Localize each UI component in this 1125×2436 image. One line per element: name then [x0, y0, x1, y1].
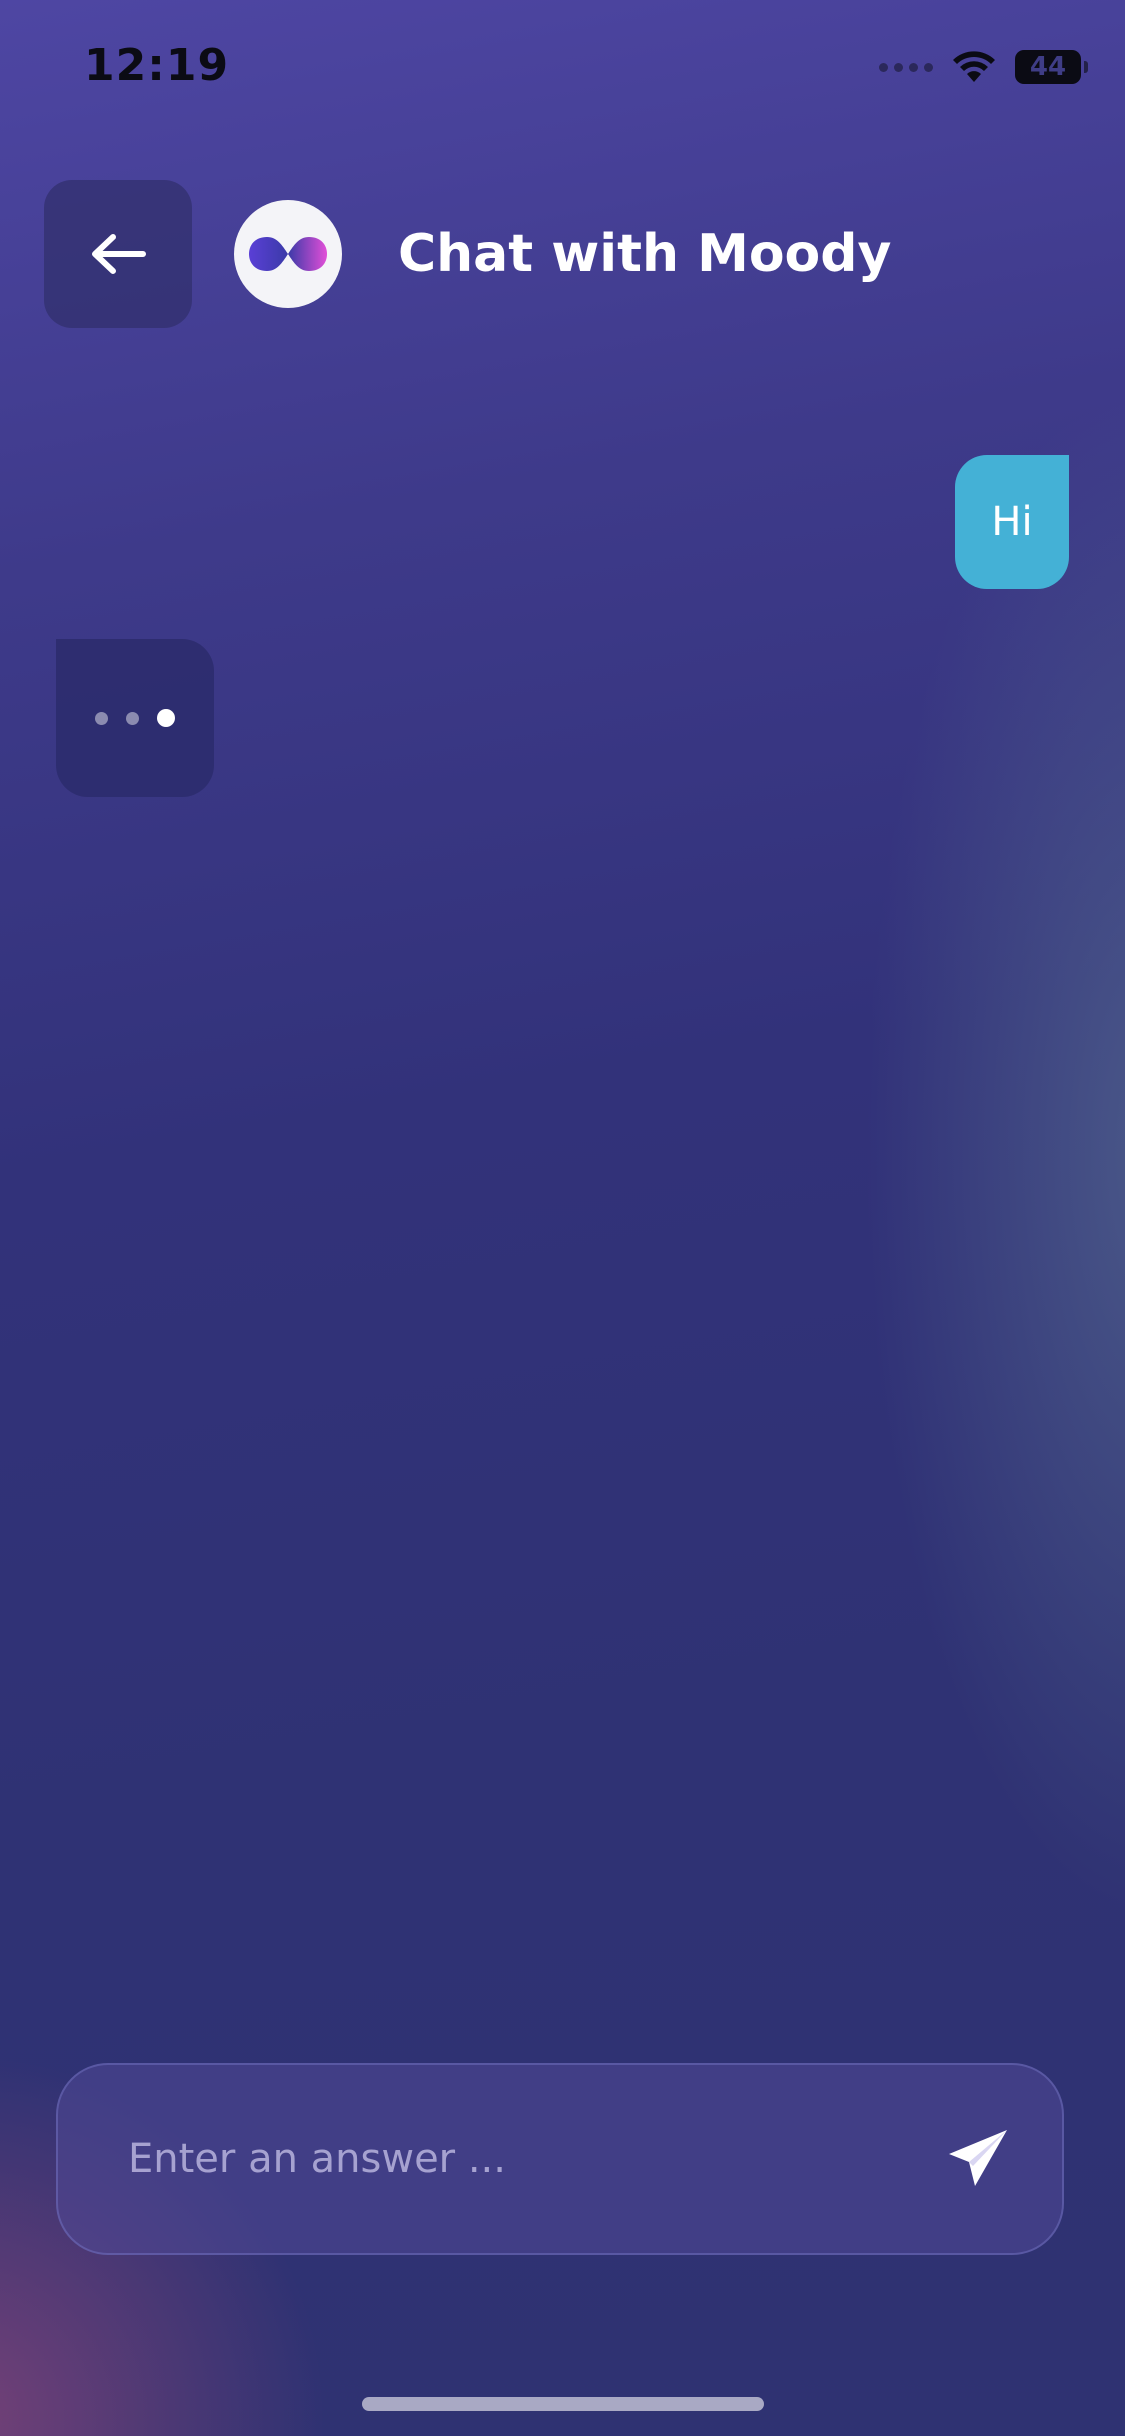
typing-dot	[95, 711, 108, 725]
back-button[interactable]	[44, 180, 192, 328]
wifi-icon	[953, 51, 995, 82]
arrow-left-icon	[92, 234, 146, 274]
paper-plane-icon	[949, 2130, 1007, 2186]
status-icons: 44	[879, 50, 1088, 84]
signal-dots-icon	[879, 62, 933, 72]
battery-level: 44	[1029, 52, 1067, 82]
infinity-logo-icon	[249, 237, 327, 271]
answer-input[interactable]	[126, 2118, 890, 2200]
avatar	[234, 200, 342, 308]
user-message-bubble: Hi	[955, 455, 1069, 589]
typing-dot-active	[157, 709, 175, 727]
chat-header: Chat with Moody	[44, 180, 891, 328]
battery-icon: 44	[1015, 50, 1088, 84]
typing-dot	[126, 711, 139, 725]
send-button[interactable]	[942, 2123, 1014, 2195]
user-message-text: Hi	[991, 499, 1033, 545]
message-composer	[56, 2063, 1064, 2255]
home-indicator	[362, 2397, 764, 2411]
typing-indicator	[56, 639, 214, 797]
page-title: Chat with Moody	[398, 224, 892, 284]
status-bar: 12:19 44	[0, 0, 1125, 140]
status-time: 12:19	[84, 40, 230, 91]
